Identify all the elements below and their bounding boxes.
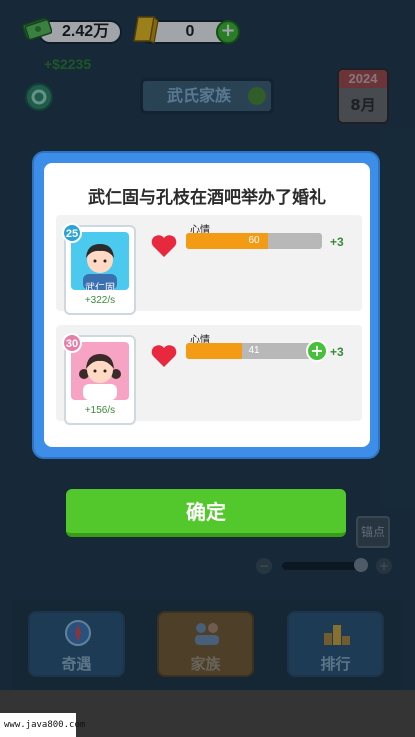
character-name: 孔枝 xyxy=(90,393,110,404)
mood-delta: +3 xyxy=(330,235,344,249)
character-name: 武仁固 xyxy=(85,283,115,294)
heart-icon xyxy=(151,235,177,257)
heart-icon xyxy=(151,345,177,367)
mood-value: 41 xyxy=(248,345,260,356)
mood-value: 60 xyxy=(248,235,260,246)
mood-bar: 60 xyxy=(186,233,322,249)
mood-delta: +3 xyxy=(330,345,344,359)
character-card[interactable]: 30 孔枝 +156/s xyxy=(62,333,136,425)
wedding-event-dialog: 武仁固与孔枝在酒吧举办了婚礼 25 武仁固 +322/s 心情 60 +3 30… xyxy=(32,151,380,459)
add-mood-button[interactable]: + xyxy=(306,340,328,362)
mood-bar: 41 xyxy=(186,343,322,359)
character-card[interactable]: 25 武仁固 +322/s xyxy=(62,223,136,315)
person-panel-bride: 30 孔枝 +156/s 心情 41 + +3 xyxy=(56,325,362,425)
dialog-body: 武仁固与孔枝在酒吧举办了婚礼 25 武仁固 +322/s 心情 60 +3 30… xyxy=(44,163,370,447)
age-badge: 30 xyxy=(62,333,82,353)
watermark: www.java800.com xyxy=(0,713,85,737)
person-panel-groom: 25 武仁固 +322/s 心情 60 +3 xyxy=(56,215,362,315)
age-badge: 25 xyxy=(62,223,82,243)
character-income: +156/s xyxy=(84,405,116,416)
dialog-title: 武仁固与孔枝在酒吧举办了婚礼 xyxy=(88,188,326,208)
character-income: +322/s xyxy=(84,295,116,306)
confirm-button[interactable]: 确定 xyxy=(66,489,346,537)
